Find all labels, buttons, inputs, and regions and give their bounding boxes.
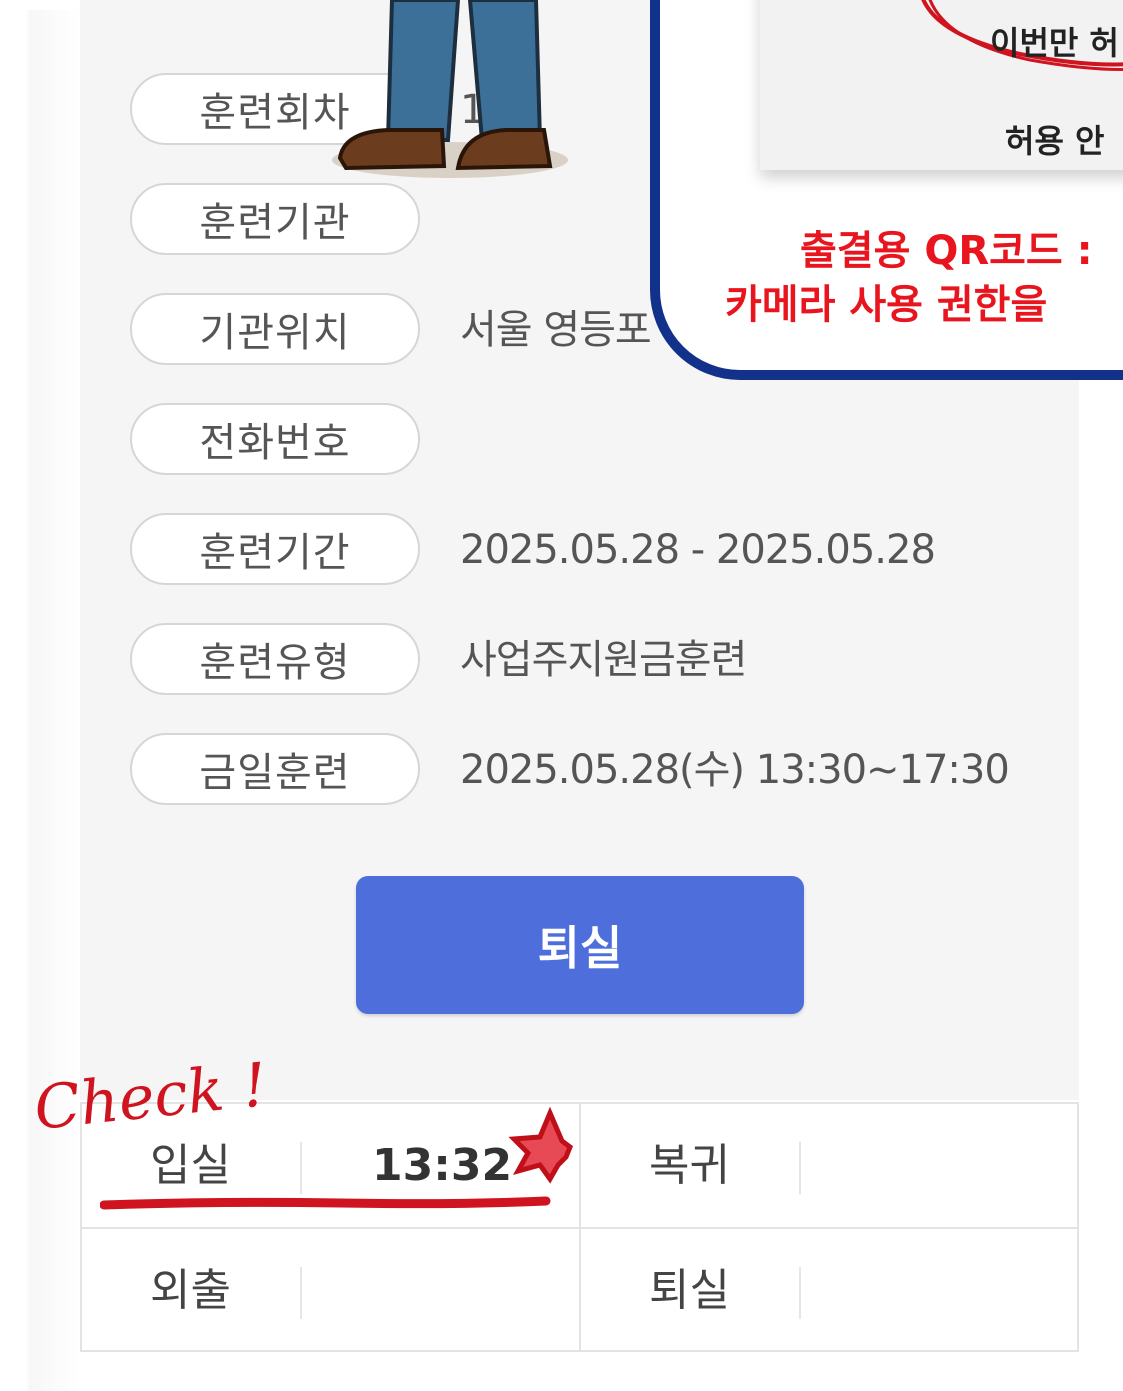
character-illustration xyxy=(332,0,568,178)
attendance-cell-checkout: 퇴실 xyxy=(581,1229,1079,1353)
deny-button[interactable]: 허용 안 xyxy=(1005,116,1104,162)
label-institution: 훈련기관 xyxy=(130,183,420,255)
popup-message-line2: 카메라 사용 권한을 xyxy=(725,282,1048,328)
cell-separator xyxy=(300,1267,302,1319)
cell-separator xyxy=(799,1267,801,1319)
value-type: 사업주지원금훈련 xyxy=(460,637,747,683)
label-type: 훈련유형 xyxy=(130,623,420,695)
popup-message-line1: 출결용 QR코드 : xyxy=(800,228,1093,274)
return-label: 복귀 xyxy=(649,1140,730,1191)
permission-dialog: 이번만 허 허용 안 xyxy=(760,0,1123,170)
value-period: 2025.05.28 - 2025.05.28 xyxy=(460,527,936,573)
left-leg xyxy=(385,0,461,142)
label-today: 금일훈련 xyxy=(130,733,420,805)
checkout-button[interactable]: 퇴실 xyxy=(356,876,804,1014)
outing-label: 외출 xyxy=(150,1265,231,1316)
attendance-cell-outing: 외출 xyxy=(82,1229,580,1353)
annotation-marks xyxy=(100,1106,574,1210)
attendance-cell-return: 복귀 xyxy=(581,1104,1079,1228)
underline-mark xyxy=(100,1196,551,1210)
label-phone: 전화번호 xyxy=(130,403,420,475)
left-shoe xyxy=(337,128,447,171)
star-icon xyxy=(508,1106,574,1184)
page-left-margin xyxy=(0,10,82,1391)
right-shoe xyxy=(455,128,553,171)
value-today: 2025.05.28(수) 13:30~17:30 xyxy=(460,747,1010,793)
allow-once-button[interactable]: 이번만 허 xyxy=(990,18,1119,64)
cell-separator xyxy=(799,1142,801,1194)
value-location: 서울 영등포 xyxy=(460,307,652,353)
checkout-label: 퇴실 xyxy=(649,1265,730,1316)
label-period: 훈련기간 xyxy=(130,513,420,585)
right-leg xyxy=(467,0,543,142)
camera-permission-popup: 이번만 허 허용 안 출결용 QR코드 : 카메라 사용 권한을 xyxy=(650,0,1123,380)
label-location: 기관위치 xyxy=(130,293,420,365)
